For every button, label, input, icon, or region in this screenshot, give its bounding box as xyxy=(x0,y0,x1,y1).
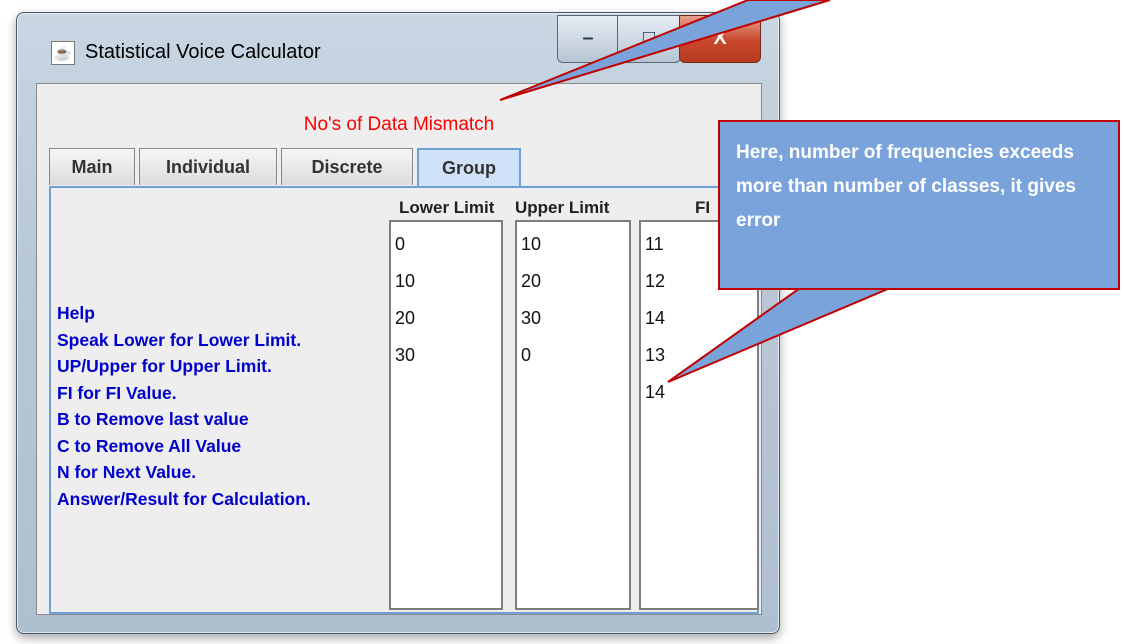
top-callout-pointer xyxy=(499,0,831,101)
annotation-arrows xyxy=(499,0,891,383)
callout-pointer xyxy=(667,287,891,383)
annotation-callout: Here, number of frequencies exceeds more… xyxy=(718,120,1120,290)
